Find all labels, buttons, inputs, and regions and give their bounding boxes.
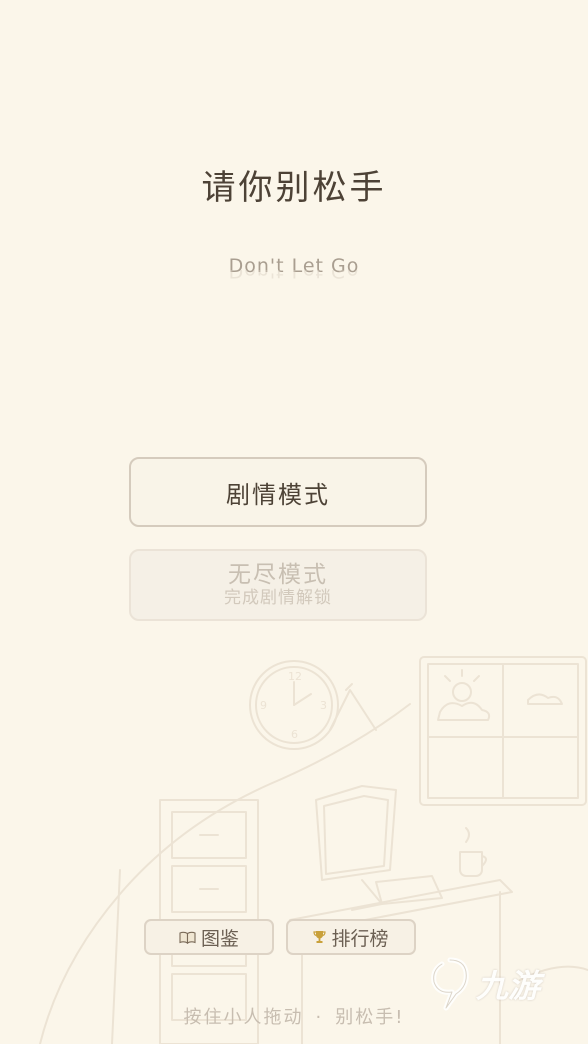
leaderboard-button[interactable]: 排行榜 xyxy=(286,919,416,955)
gallery-label: 图鉴 xyxy=(200,927,239,950)
game-title: 请你别松手 xyxy=(201,168,387,208)
window-drawing xyxy=(419,656,587,806)
endless-mode-label: 无尽模式 xyxy=(228,562,328,588)
book-icon xyxy=(179,931,196,944)
clock-number-3: 3 xyxy=(320,699,327,712)
hint-right: 别松手! xyxy=(335,1007,405,1028)
subtitle-reflection: Don't Let Go xyxy=(228,270,360,282)
endless-mode-button[interactable]: 无尽模式 完成剧情解锁 xyxy=(129,549,427,621)
story-mode-button[interactable]: 剧情模式 xyxy=(129,457,427,527)
story-mode-label: 剧情模式 xyxy=(226,480,330,509)
leaderboard-label: 排行榜 xyxy=(331,927,389,950)
trophy-icon xyxy=(313,931,327,943)
computer-drawing xyxy=(315,785,443,911)
watermark-emblem-icon xyxy=(431,957,469,1011)
hint-separator: · xyxy=(315,1007,324,1028)
watermark-logo: 九游 xyxy=(428,954,558,1014)
gallery-button[interactable]: 图鉴 xyxy=(144,919,274,955)
hint-left: 按住小人拖动 xyxy=(183,1007,304,1028)
clock-drawing xyxy=(249,660,339,750)
watermark-text: 九游 xyxy=(476,967,541,1005)
endless-mode-locked-hint: 完成剧情解锁 xyxy=(224,588,332,608)
clock-number-12: 12 xyxy=(288,670,302,683)
clock-number-9: 9 xyxy=(260,699,267,712)
main-menu-screen: 12 3 6 9 请你别松手 Don't Let Go Don't Let Go… xyxy=(0,0,588,1044)
clock-number-6: 6 xyxy=(291,728,298,741)
